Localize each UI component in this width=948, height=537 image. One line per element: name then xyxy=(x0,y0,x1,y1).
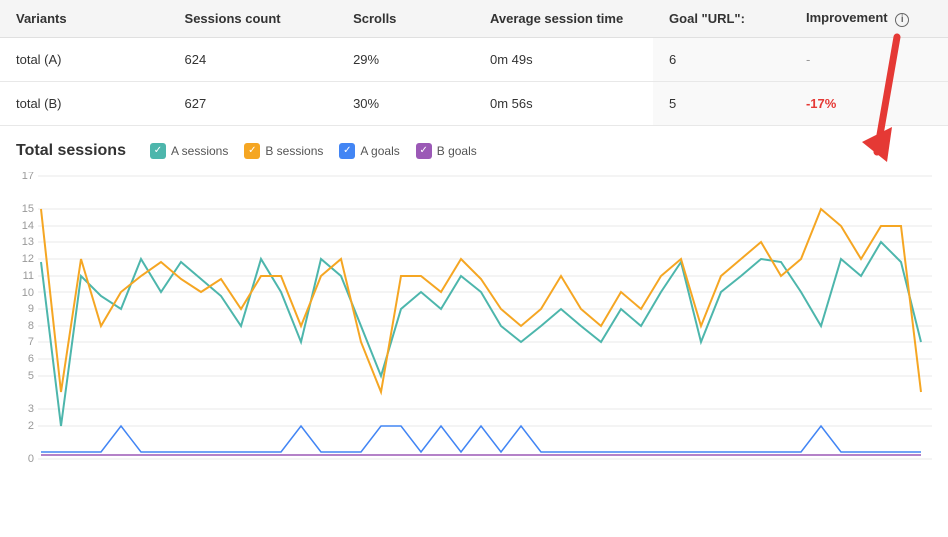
chart-header: Total sessions ✓ A sessions ✓ B sessions… xyxy=(16,142,932,160)
svg-text:7: 7 xyxy=(28,336,34,348)
row-b-sessions: 627 xyxy=(169,81,338,125)
legend-b-sessions-label: B sessions xyxy=(265,144,323,158)
col-header-variants: Variants xyxy=(0,0,169,37)
legend-b-goals-icon: ✓ xyxy=(416,143,432,159)
chart-section: Total sessions ✓ A sessions ✓ B sessions… xyxy=(0,126,948,472)
row-a-scrolls: 29% xyxy=(337,37,474,81)
row-b-goal: 5 xyxy=(653,81,790,125)
table-row-a: total (A) 624 29% 0m 49s 6 - xyxy=(0,37,948,81)
svg-text:15: 15 xyxy=(22,203,34,215)
svg-text:11: 11 xyxy=(23,270,34,282)
row-a-sessions: 624 xyxy=(169,37,338,81)
chart-container: 0 2 3 5 6 7 8 9 10 11 12 13 14 15 17 xyxy=(16,172,932,472)
row-a-goal: 6 xyxy=(653,37,790,81)
svg-text:17: 17 xyxy=(22,172,34,182)
svg-text:10: 10 xyxy=(22,287,34,299)
svg-text:2: 2 xyxy=(28,420,34,432)
chart-legend: ✓ A sessions ✓ B sessions ✓ A goals ✓ B … xyxy=(150,143,477,159)
svg-text:3: 3 xyxy=(28,403,34,415)
table-row-b: total (B) 627 30% 0m 56s 5 -17% xyxy=(0,81,948,125)
chart-svg: 0 2 3 5 6 7 8 9 10 11 12 13 14 15 17 xyxy=(16,172,932,472)
svg-text:0: 0 xyxy=(28,453,34,465)
col-header-goal: Goal "URL": xyxy=(653,0,790,37)
row-a-variant: total (A) xyxy=(0,37,169,81)
svg-text:12: 12 xyxy=(22,253,34,265)
col-header-sessions: Sessions count xyxy=(169,0,338,37)
svg-text:5: 5 xyxy=(28,370,34,382)
legend-b-goals: ✓ B goals xyxy=(416,143,477,159)
col-header-avg-session-time: Average session time xyxy=(474,0,653,37)
legend-a-sessions-icon: ✓ xyxy=(150,143,166,159)
svg-text:8: 8 xyxy=(28,320,34,332)
row-b-scrolls: 30% xyxy=(337,81,474,125)
svg-text:13: 13 xyxy=(22,236,34,248)
legend-b-sessions: ✓ B sessions xyxy=(244,143,323,159)
col-header-scrolls: Scrolls xyxy=(337,0,474,37)
row-b-variant: total (B) xyxy=(0,81,169,125)
svg-text:14: 14 xyxy=(22,220,34,232)
row-b-avg-time: 0m 56s xyxy=(474,81,653,125)
svg-text:6: 6 xyxy=(28,353,34,365)
row-a-avg-time: 0m 49s xyxy=(474,37,653,81)
legend-b-sessions-icon: ✓ xyxy=(244,143,260,159)
data-table: Variants Sessions count Scrolls Average … xyxy=(0,0,948,126)
legend-a-sessions-label: A sessions xyxy=(171,144,228,158)
legend-b-goals-label: B goals xyxy=(437,144,477,158)
chart-title: Total sessions xyxy=(16,142,126,160)
svg-text:9: 9 xyxy=(28,303,34,315)
arrow-annotation xyxy=(837,0,917,182)
legend-a-goals-icon: ✓ xyxy=(339,143,355,159)
legend-a-goals: ✓ A goals xyxy=(339,143,399,159)
legend-a-sessions: ✓ A sessions xyxy=(150,143,228,159)
legend-a-goals-label: A goals xyxy=(360,144,399,158)
